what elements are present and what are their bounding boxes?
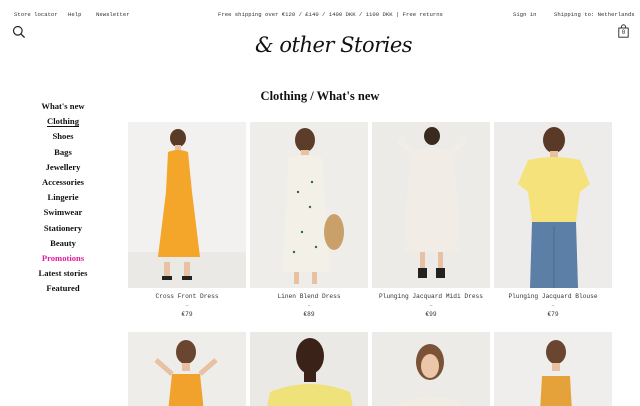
search-icon[interactable] — [12, 25, 26, 39]
product-image[interactable] — [250, 122, 368, 288]
bag-count: 0 — [621, 29, 626, 36]
product-separator: – — [307, 302, 311, 309]
sidebar-item-shoes[interactable]: Shoes — [0, 129, 126, 144]
product-image[interactable] — [372, 332, 490, 406]
sidebar-item-whats-new[interactable]: What's new — [0, 99, 126, 114]
sidebar-item-stationery[interactable]: Stationery — [0, 221, 126, 236]
page-title: Clothing / What's new — [260, 89, 380, 103]
sidebar-item-promotions[interactable]: Promotions — [0, 251, 126, 266]
product-card[interactable]: Plunging Jacquard Midi Dress – €99 — [372, 122, 490, 318]
product-name[interactable]: Linen Blend Dress — [250, 293, 368, 300]
store-locator-link[interactable]: Store locator — [14, 11, 58, 18]
product-image[interactable] — [494, 122, 612, 288]
product-price: €79 — [547, 311, 559, 318]
category-sidebar: What's new Clothing Shoes Bags Jewellery… — [0, 99, 126, 296]
sidebar-item-beauty[interactable]: Beauty — [0, 236, 126, 251]
shipping-notice: Free shipping over €120 / £140 / 1400 DK… — [218, 11, 443, 18]
product-separator: – — [551, 302, 555, 309]
product-card[interactable] — [372, 332, 490, 406]
sidebar-item-latest-stories[interactable]: Latest stories — [0, 266, 126, 281]
sidebar-item-bags[interactable]: Bags — [0, 145, 126, 160]
product-name[interactable]: Plunging Jacquard Midi Dress — [372, 293, 490, 300]
product-separator: – — [429, 302, 433, 309]
sidebar-item-accessories[interactable]: Accessories — [0, 175, 126, 190]
product-image[interactable] — [128, 122, 246, 288]
top-utility-bar: Store locator Help Newsletter Free shipp… — [0, 0, 640, 26]
sidebar-item-featured[interactable]: Featured — [0, 281, 126, 296]
sign-in-link[interactable]: Sign in — [513, 11, 537, 18]
sidebar-item-jewellery[interactable]: Jewellery — [0, 160, 126, 175]
newsletter-link[interactable]: Newsletter — [96, 11, 130, 18]
product-image[interactable] — [250, 332, 368, 406]
product-card[interactable] — [250, 332, 368, 406]
sidebar-item-clothing[interactable]: Clothing — [0, 114, 126, 129]
product-separator: – — [185, 302, 189, 309]
product-card[interactable]: Plunging Jacquard Blouse – €79 — [494, 122, 612, 318]
product-card[interactable] — [494, 332, 612, 406]
product-name[interactable]: Cross Front Dress — [128, 293, 246, 300]
shopping-bag-button[interactable]: 0 — [618, 24, 629, 38]
help-link[interactable]: Help — [68, 11, 81, 18]
product-card[interactable] — [128, 332, 246, 406]
product-name[interactable]: Plunging Jacquard Blouse — [494, 293, 612, 300]
product-price: €99 — [425, 311, 437, 318]
product-card[interactable]: Cross Front Dress – €79 — [128, 122, 246, 318]
product-image[interactable] — [372, 122, 490, 288]
product-price: €89 — [303, 311, 315, 318]
sidebar-item-lingerie[interactable]: Lingerie — [0, 190, 126, 205]
product-image[interactable] — [128, 332, 246, 406]
product-card[interactable]: Linen Blend Dress – €89 — [250, 122, 368, 318]
brand-logo[interactable]: & other Stories — [255, 33, 413, 61]
sidebar-item-swimwear[interactable]: Swimwear — [0, 205, 126, 220]
product-image[interactable] — [494, 332, 612, 406]
shipping-country-selector[interactable]: Shipping to: Netherlands — [554, 11, 635, 18]
product-price: €79 — [181, 311, 193, 318]
